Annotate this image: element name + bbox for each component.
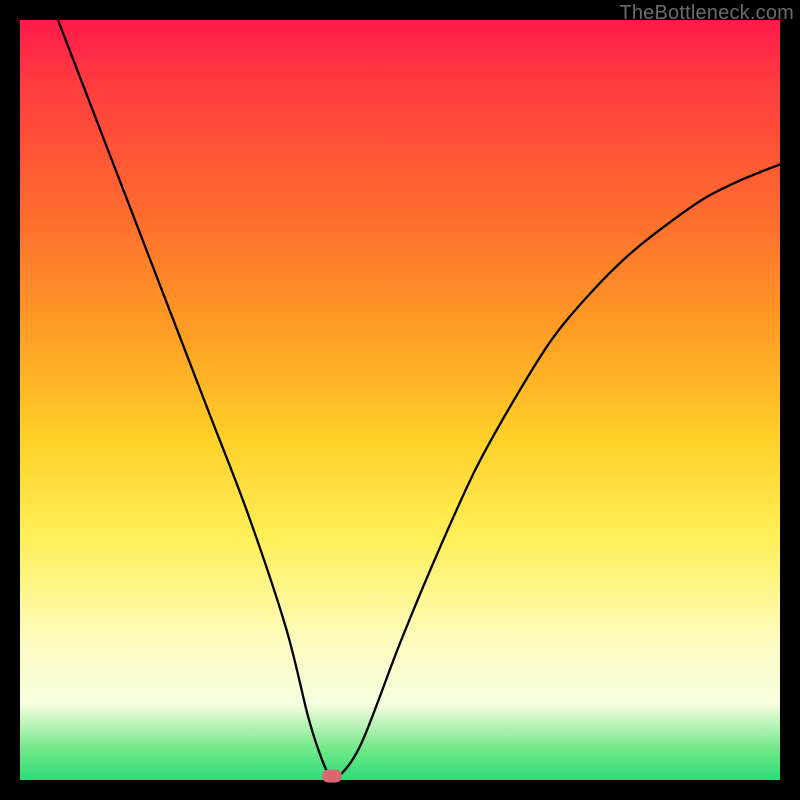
bottleneck-curve (20, 20, 780, 780)
minimum-marker (322, 770, 342, 783)
plot-area (20, 20, 780, 780)
chart-frame (20, 20, 780, 780)
